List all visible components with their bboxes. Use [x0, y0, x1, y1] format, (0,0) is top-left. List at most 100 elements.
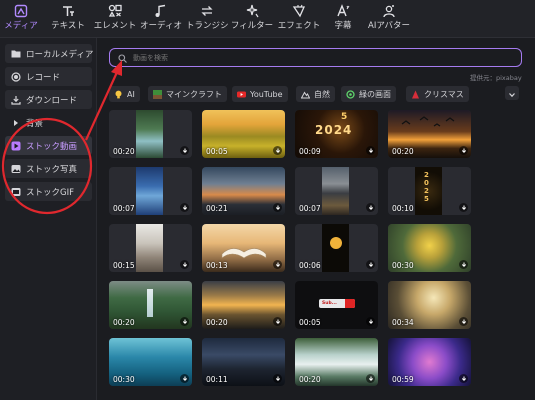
download-icon[interactable] [459, 203, 468, 212]
duration-label: 00:30 [113, 375, 135, 384]
video-thumbnail[interactable]: 00:30 [109, 338, 192, 386]
chip-ai[interactable]: AI [109, 86, 140, 102]
video-thumbnail[interactable]: 00:21 [202, 167, 285, 215]
download-icon[interactable] [180, 260, 189, 269]
tab-label: エレメント [93, 21, 137, 31]
video-thumbnail[interactable]: 00:13 [202, 224, 285, 272]
sidebar-item-local-media[interactable]: ローカルメディア [5, 44, 93, 63]
download-icon[interactable] [273, 146, 282, 155]
chip-minecraft[interactable]: マインクラフト [148, 86, 227, 102]
search-box[interactable] [109, 48, 522, 67]
download-icon[interactable] [273, 260, 282, 269]
download-icon[interactable] [366, 374, 375, 383]
thumbnail-text: Sub... [322, 301, 337, 306]
video-thumbnail[interactable]: 00:07 [295, 167, 378, 215]
download-icon[interactable] [273, 203, 282, 212]
waterfall-graphic [147, 289, 153, 317]
duration-label: 00:20 [299, 375, 321, 384]
duration-label: 00:06 [299, 261, 321, 270]
video-thumbnail[interactable]: 00:30 [388, 224, 471, 272]
video-thumbnail[interactable]: 00:06 [295, 224, 378, 272]
download-icon[interactable] [366, 317, 375, 326]
video-thumbnail[interactable]: 00:20 [109, 110, 192, 158]
video-thumbnail[interactable]: 00:20 [109, 281, 192, 329]
sidebar-item-stock-gif[interactable]: ストックGIF [5, 182, 92, 201]
duration-label: 00:05 [206, 147, 228, 156]
chip-label: クリスマス [424, 89, 464, 99]
audio-icon [152, 2, 170, 20]
duration-label: 00:20 [113, 147, 135, 156]
download-icon[interactable] [366, 146, 375, 155]
sidebar-item-download[interactable]: ダウンロード [5, 90, 92, 109]
thumbnail-image [136, 224, 163, 272]
download-icon[interactable] [180, 317, 189, 326]
sidebar-item-label: 背景 [26, 118, 44, 129]
video-thumbnail[interactable]: 00:20 [388, 110, 471, 158]
book-graphic [221, 248, 267, 259]
sidebar-item-record[interactable]: レコード [5, 67, 92, 86]
video-thumbnail[interactable]: 00:34 [388, 281, 471, 329]
download-icon[interactable] [180, 146, 189, 155]
video-thumbnail[interactable]: 00:07 [109, 167, 192, 215]
sidebar-item-label: ストックGIF [26, 187, 74, 198]
video-thumbnail[interactable]: 2025 00:10 [388, 167, 471, 215]
tab-label: テキスト [51, 21, 85, 31]
chip-christmas[interactable]: クリスマス [406, 86, 469, 102]
chevron-down-icon [508, 84, 516, 103]
download-icon[interactable] [459, 317, 468, 326]
tab-transition[interactable]: トランジション [186, 2, 228, 36]
tab-subtitle[interactable]: 字幕 [331, 2, 355, 36]
search-input[interactable] [133, 53, 493, 62]
sidebar-item-label: レコード [26, 72, 61, 83]
tab-effect[interactable]: エフェクト [276, 2, 322, 36]
thumbnail-text: 5 [341, 112, 348, 122]
stock-photo-icon [11, 164, 21, 174]
video-thumbnail[interactable]: 00:20 [202, 281, 285, 329]
download-icon[interactable] [366, 260, 375, 269]
download-icon[interactable] [459, 260, 468, 269]
chip-youtube[interactable]: YouTube [232, 86, 288, 102]
tab-media[interactable]: メディア [4, 2, 38, 40]
download-icon[interactable] [459, 374, 468, 383]
tab-ai-avatar[interactable]: AIアバター [366, 2, 412, 36]
download-icon[interactable] [366, 203, 375, 212]
video-thumbnail[interactable]: 00:05 [202, 110, 285, 158]
chips-more-button[interactable] [505, 86, 519, 100]
chip-label: YouTube [250, 89, 283, 99]
chip-nature[interactable]: 自然 [296, 86, 335, 102]
sidebar: ローカルメディア レコード ダウンロード 背景 ストック動画 ストック写真 スト… [0, 38, 97, 400]
video-thumbnail[interactable]: 00:11 [202, 338, 285, 386]
moon-graphic [330, 237, 342, 249]
download-icon[interactable] [273, 374, 282, 383]
sidebar-item-background[interactable]: 背景 [5, 113, 92, 132]
download-icon[interactable] [273, 317, 282, 326]
video-thumbnail[interactable]: 00:15 [109, 224, 192, 272]
chip-label: 自然 [314, 89, 330, 99]
sidebar-item-stock-photo[interactable]: ストック写真 [5, 159, 92, 178]
tab-filter[interactable]: フィルター [229, 2, 275, 36]
chip-green-screen[interactable]: 緑の画面 [341, 86, 396, 102]
video-thumbnail[interactable]: Sub... 00:05 [295, 281, 378, 329]
video-thumbnail[interactable]: 5 2024 00:09 [295, 110, 378, 158]
media-icon [12, 2, 30, 20]
sidebar-item-label: ストック写真 [26, 164, 78, 175]
sidebar-item-label: ダウンロード [26, 95, 78, 106]
duration-label: 00:20 [113, 318, 135, 327]
sidebar-item-stock-video[interactable]: ストック動画 [5, 136, 92, 155]
video-thumbnail[interactable]: 00:59 [388, 338, 471, 386]
tab-label: フィルター [230, 21, 274, 31]
download-icon[interactable] [180, 203, 189, 212]
video-thumbnail[interactable]: 00:20 [295, 338, 378, 386]
download-icon [11, 95, 21, 105]
download-icon[interactable] [459, 146, 468, 155]
element-icon [106, 2, 124, 20]
sidebar-item-label: ストック動画 [26, 141, 78, 152]
duration-label: 00:21 [206, 204, 228, 213]
download-icon[interactable] [180, 374, 189, 383]
subscribe-button-graphic: Sub... [319, 299, 355, 308]
tab-element[interactable]: エレメント [93, 2, 137, 36]
birds-graphic [401, 116, 455, 127]
tab-text[interactable]: テキスト [50, 2, 86, 36]
tab-audio[interactable]: オーディオ [139, 2, 183, 36]
duration-label: 00:15 [113, 261, 135, 270]
